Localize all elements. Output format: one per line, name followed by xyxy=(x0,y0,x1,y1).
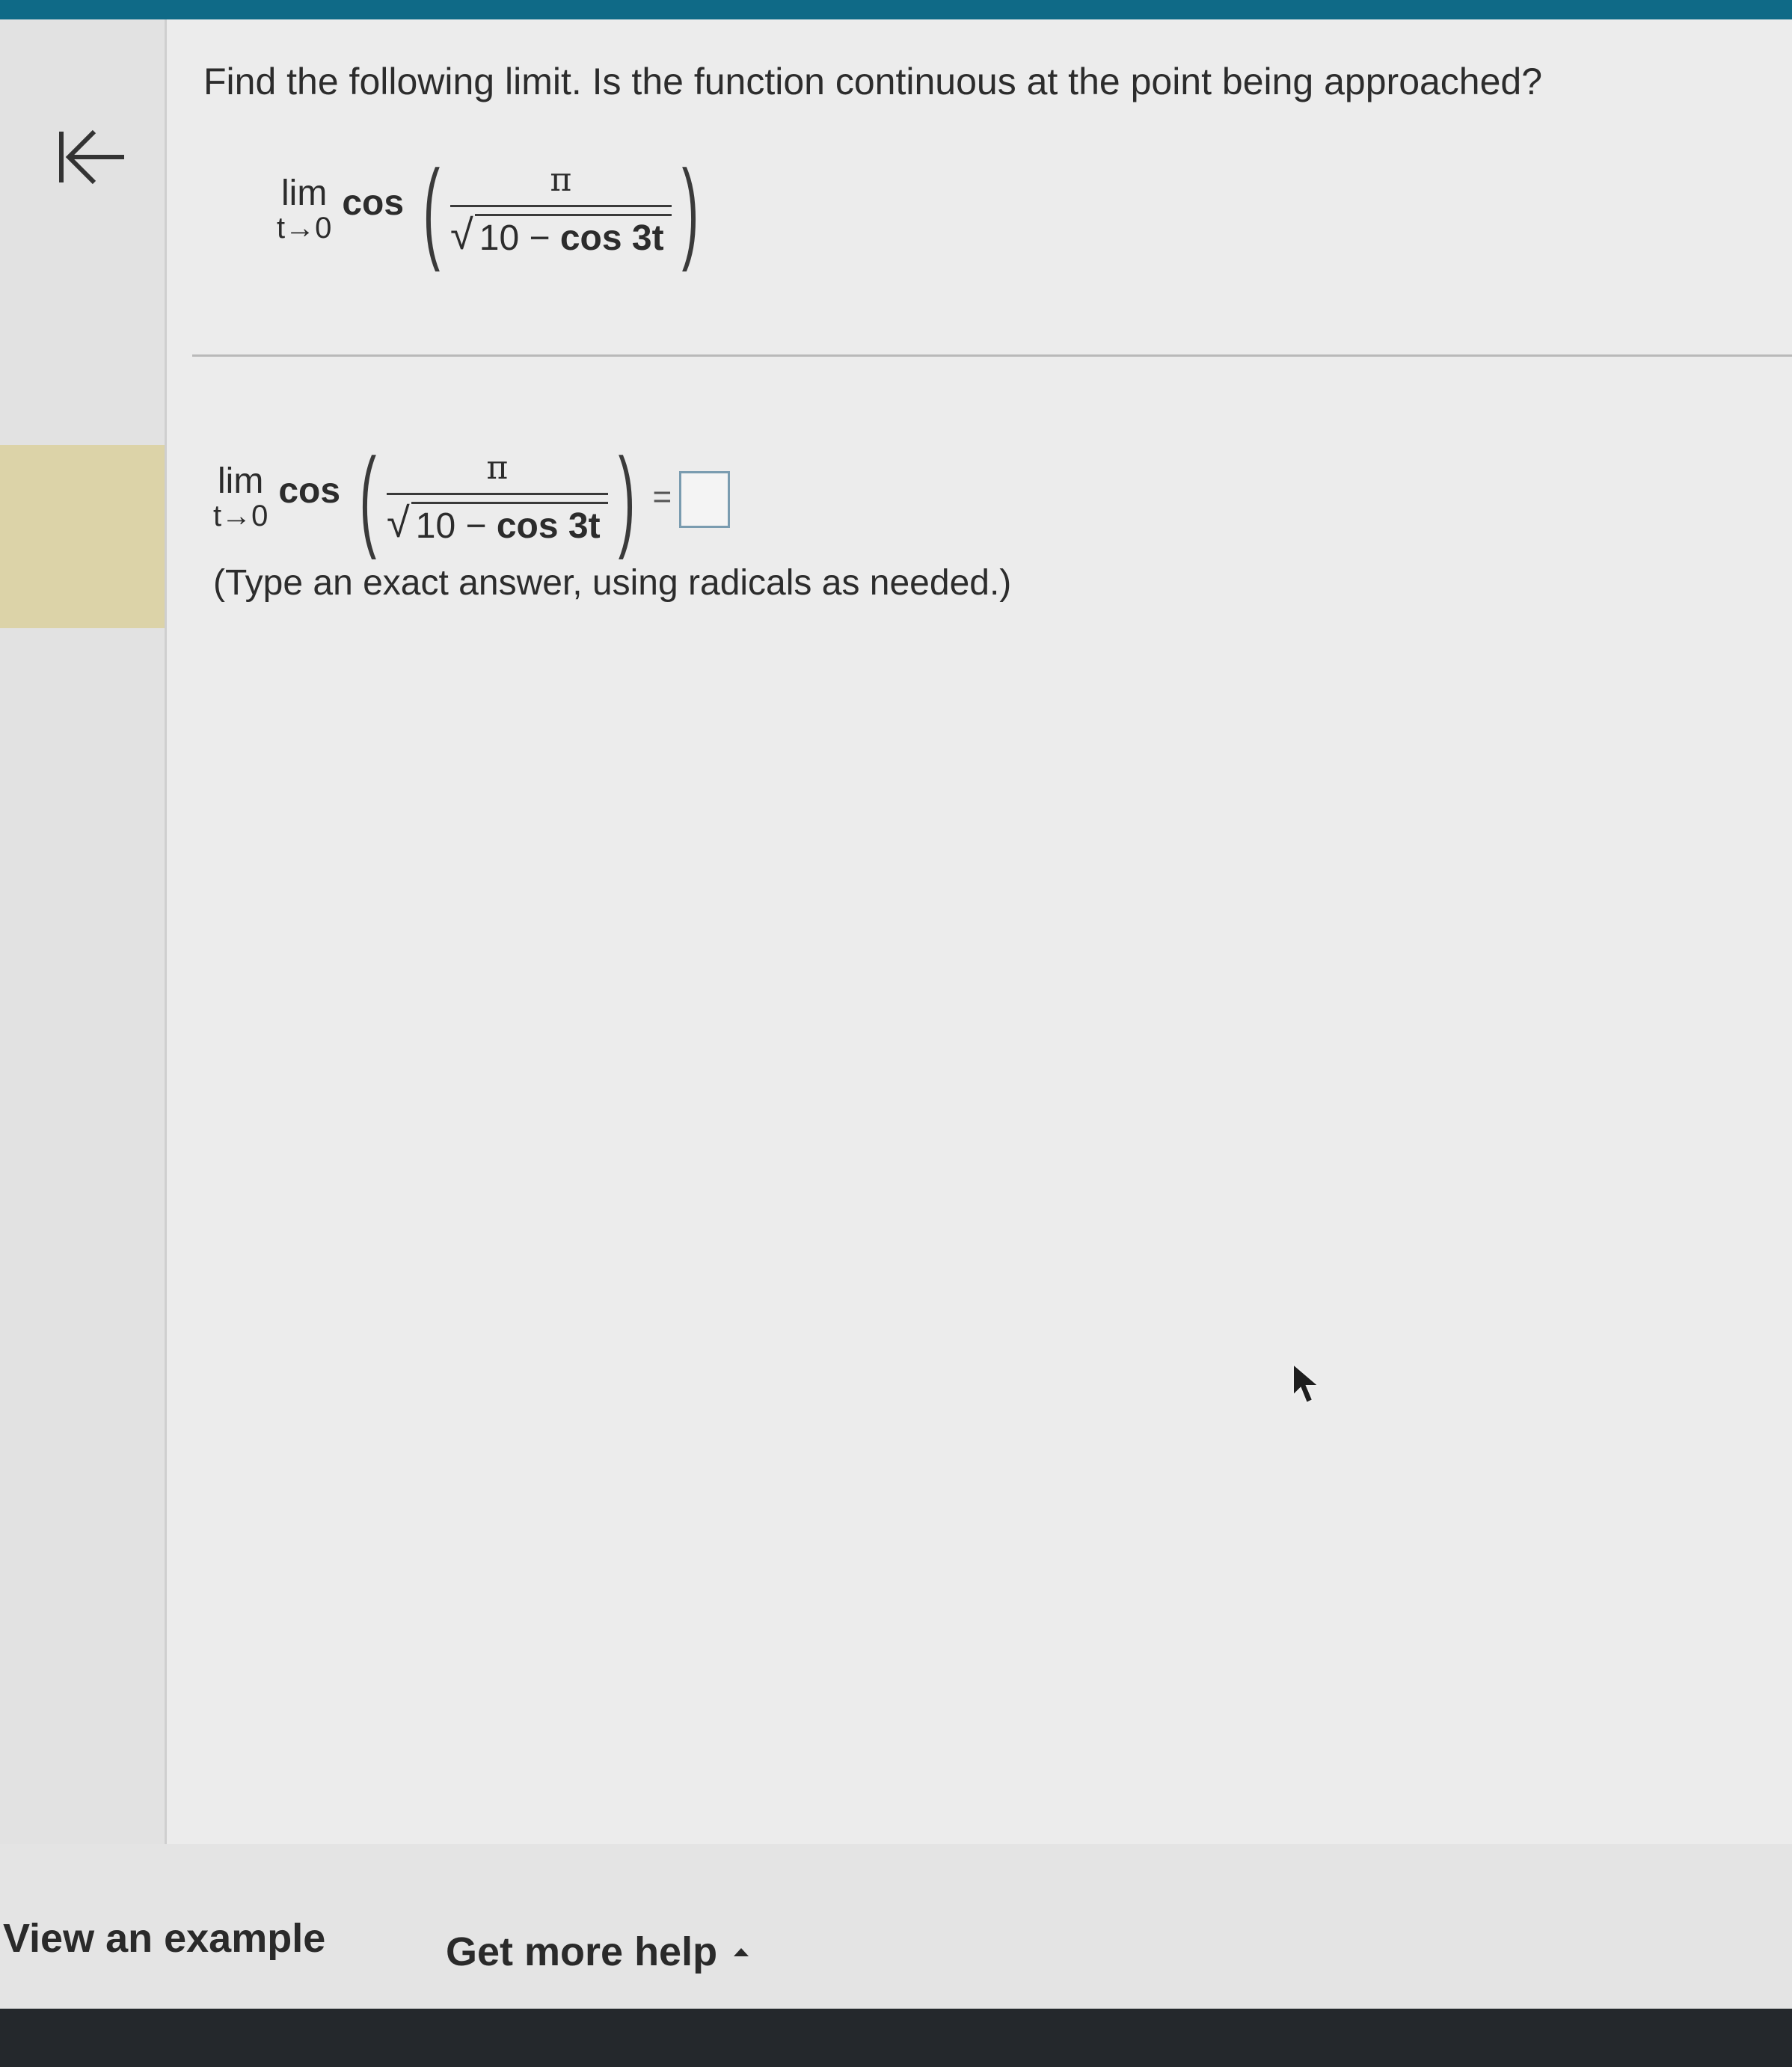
radicand-minus: − xyxy=(455,506,497,546)
lim-text: lim xyxy=(218,461,264,501)
screen-bezel xyxy=(0,2009,1792,2067)
answer-input[interactable] xyxy=(679,471,731,528)
mouse-pointer-icon xyxy=(1292,1363,1321,1404)
radicand-minus: − xyxy=(519,218,560,258)
right-paren: ) xyxy=(618,434,635,560)
section-divider xyxy=(192,354,1792,357)
denominator: √ 10 − cos 3t xyxy=(387,495,608,547)
question-text: Find the following limit. Is the functio… xyxy=(203,61,1543,102)
numerator: π xyxy=(550,160,572,199)
radicand: 10 − cos 3t xyxy=(411,501,608,547)
radical-icon: √ xyxy=(387,498,410,546)
denominator: √ 10 − cos 3t xyxy=(450,207,672,259)
limit-operator: lim t→0 xyxy=(213,461,269,533)
left-paren: ( xyxy=(423,147,441,272)
sidebar xyxy=(0,19,167,1844)
radical-icon: √ xyxy=(450,210,473,258)
radicand-trig: cos 3t xyxy=(496,506,601,546)
radicand-constant: 10 xyxy=(479,218,520,258)
lim-text: lim xyxy=(281,173,328,213)
lim-subscript: t→0 xyxy=(277,212,332,245)
limit-operator: lim t→0 xyxy=(277,173,332,245)
fraction: π √ 10 − cos 3t xyxy=(450,161,672,259)
radicand-trig: cos 3t xyxy=(559,218,664,258)
cos-function: cos xyxy=(278,470,341,511)
footer-bar: View an example Get more help xyxy=(0,1844,1792,2009)
cos-function: cos xyxy=(342,182,405,223)
radicand: 10 − cos 3t xyxy=(474,213,672,259)
radicand-constant: 10 xyxy=(415,506,456,546)
caret-up-icon xyxy=(734,1947,749,1956)
lim-subscript: t→0 xyxy=(213,500,269,533)
fraction: π √ 10 − cos 3t xyxy=(387,449,608,547)
numerator: π xyxy=(486,448,509,487)
right-paren: ) xyxy=(681,147,699,272)
problem-expression: lim t→0 cos ( π √ 10 − cos 3t ) xyxy=(277,153,709,265)
answer-hint: (Type an exact answer, using radicals as… xyxy=(213,563,1012,603)
top-bar xyxy=(0,0,1792,19)
answer-expression: lim t→0 cos ( π √ 10 − cos 3t ) = xyxy=(213,434,731,560)
get-more-help-button[interactable]: Get more help xyxy=(446,1929,749,1975)
equals-sign: = xyxy=(652,479,672,515)
view-example-button[interactable]: View an example xyxy=(3,1915,325,1962)
question-panel xyxy=(167,19,1792,1844)
current-question-highlight xyxy=(0,445,165,628)
collapse-left-arrow-icon[interactable] xyxy=(52,124,127,199)
left-paren: ( xyxy=(359,434,377,560)
get-more-help-label: Get more help xyxy=(446,1929,718,1974)
